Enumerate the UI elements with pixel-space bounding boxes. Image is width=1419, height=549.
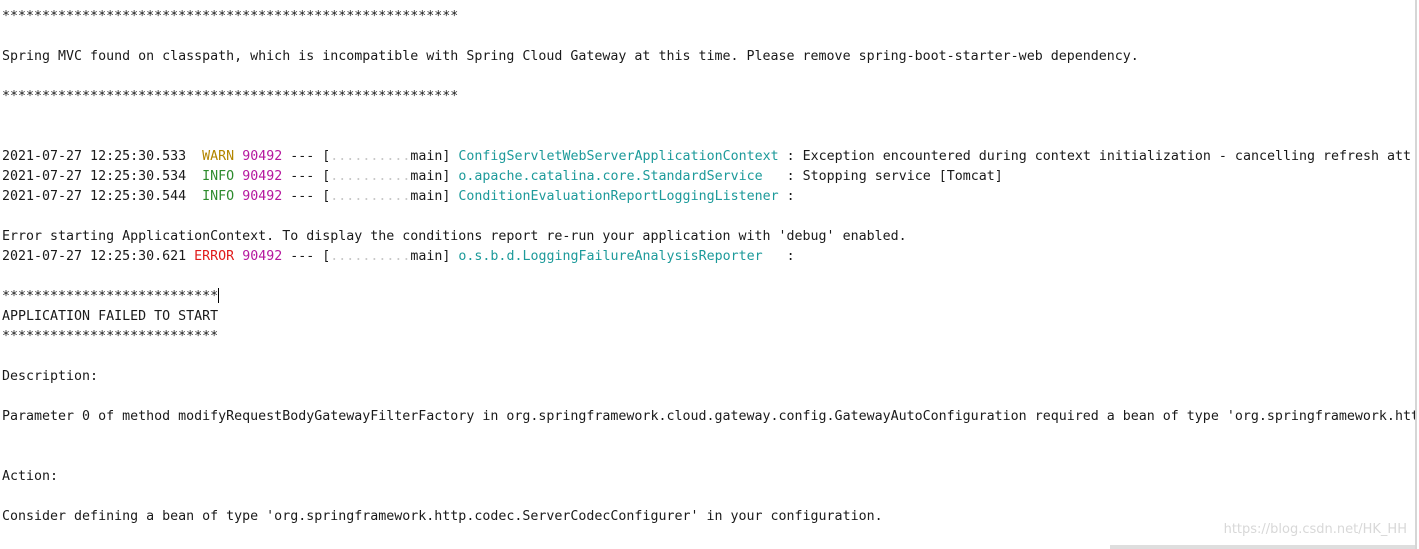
description-text: Parameter 0 of method modifyRequestBodyG… (2, 409, 1417, 424)
failure-stars-top: *************************** (2, 287, 220, 307)
log-message: : (778, 189, 795, 204)
thread-padding: .......... (330, 249, 411, 264)
log-logger: o.s.b.d.LoggingFailureAnalysisReporter (458, 249, 763, 264)
log-level-warn: WARN (194, 149, 235, 164)
log-thread: main] (410, 189, 451, 204)
log-level-info: INFO (194, 169, 235, 184)
log-pid: 90492 (242, 189, 283, 204)
log-timestamp: 2021-07-27 12:25:30.533 (2, 149, 187, 164)
failure-stars-text: *************************** (2, 289, 219, 304)
banner-stars-bottom: ****************************************… (2, 89, 459, 104)
text-caret (218, 288, 220, 303)
log-timestamp: 2021-07-27 12:25:30.544 (2, 189, 187, 204)
watermark: https://blog.csdn.net/HK_HH (1223, 522, 1407, 537)
console-output[interactable]: *************************** *************… (0, 0, 1417, 549)
log-message: : Stopping service [Tomcat] (762, 169, 1003, 184)
log-separator: --- (290, 169, 315, 184)
thread-padding: .......... (330, 169, 411, 184)
log-separator: --- (290, 249, 315, 264)
log-separator: --- (290, 189, 315, 204)
failure-title: APPLICATION FAILED TO START (2, 309, 219, 324)
action-label: Action: (2, 469, 59, 484)
log-thread: main] (410, 249, 451, 264)
log-logger: ConfigServletWebServerApplicationContext (458, 149, 779, 164)
thread-padding: .......... (330, 149, 411, 164)
failure-stars-bottom: *************************** (2, 329, 219, 344)
log-line: 2021-07-27 12:25:30.534 INFO 90492 --- [… (2, 167, 1003, 187)
banner-message: Spring MVC found on classpath, which is … (2, 49, 1139, 64)
log-timestamp: 2021-07-27 12:25:30.534 (2, 169, 187, 184)
horizontal-scrollbar[interactable] (1110, 545, 1415, 549)
log-separator: --- (290, 149, 315, 164)
log-timestamp: 2021-07-27 12:25:30.621 (2, 249, 187, 264)
log-pid: 90492 (242, 249, 283, 264)
log-level-error: ERROR (194, 249, 235, 264)
description-label: Description: (2, 369, 99, 384)
log-logger: o.apache.catalina.core.StandardService (458, 169, 763, 184)
action-text: Consider defining a bean of type 'org.sp… (2, 509, 883, 524)
log-pid: 90492 (242, 169, 283, 184)
thread-padding: .......... (330, 189, 411, 204)
log-level-info: INFO (194, 189, 235, 204)
log-line: 2021-07-27 12:25:30.621 ERROR 90492 --- … (2, 247, 795, 267)
context-error-text: Error starting ApplicationContext. To di… (2, 229, 907, 244)
log-thread: main] (410, 169, 451, 184)
log-line: 2021-07-27 12:25:30.544 INFO 90492 --- [… (2, 187, 795, 207)
log-message: : Exception encountered during context i… (778, 149, 1412, 164)
banner-stars-top: ****************************************… (2, 9, 459, 24)
log-pid: 90492 (242, 149, 283, 164)
log-logger: ConditionEvaluationReportLoggingListener (458, 189, 779, 204)
log-thread: main] (410, 149, 451, 164)
log-message: : (762, 249, 795, 264)
log-line: 2021-07-27 12:25:30.533 WARN 90492 --- [… (2, 147, 1411, 167)
